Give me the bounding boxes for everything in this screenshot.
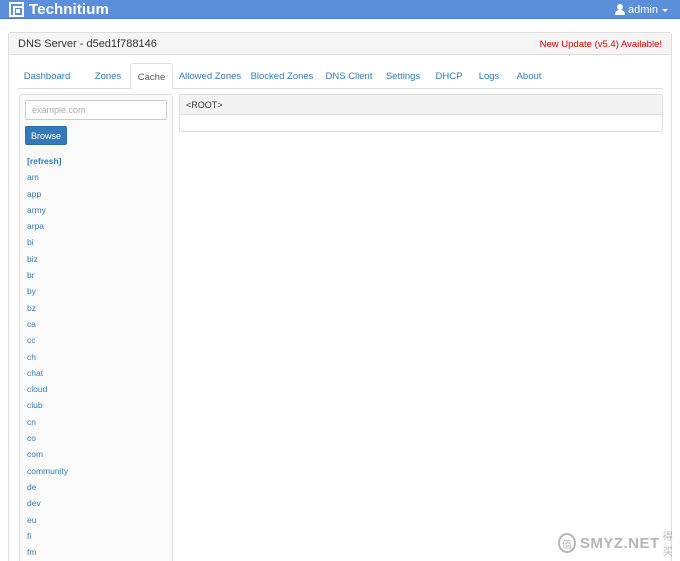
zone-link[interactable]: cc	[27, 332, 68, 348]
user-icon	[615, 4, 626, 15]
cache-records-panel: <ROOT>	[179, 94, 663, 132]
browse-button[interactable]: Browse	[25, 126, 67, 145]
tab-blocked-zones[interactable]: Blocked Zones	[250, 63, 314, 89]
zone-link[interactable]: community	[27, 463, 68, 479]
tab-bar: Dashboard Zones Cache Allowed Zones Bloc…	[18, 63, 663, 90]
tab-about[interactable]: About	[512, 63, 546, 89]
zone-link[interactable]: biz	[27, 251, 68, 267]
tab-zones[interactable]: Zones	[88, 63, 128, 89]
zone-link[interactable]: am	[27, 169, 68, 185]
zone-link[interactable]: cn	[27, 414, 68, 430]
current-zone-heading: <ROOT>	[180, 95, 662, 115]
user-name: admin	[628, 3, 658, 16]
zone-link[interactable]: eu	[27, 512, 68, 528]
zone-link[interactable]: bi	[27, 234, 68, 250]
caret-down-icon	[662, 8, 668, 12]
zone-link[interactable]: fi	[27, 528, 68, 544]
tab-dashboard[interactable]: Dashboard	[18, 63, 76, 89]
tab-allowed-zones[interactable]: Allowed Zones	[178, 63, 242, 89]
user-menu-dropdown[interactable]: admin	[615, 2, 668, 17]
technitium-logo-icon	[9, 2, 24, 17]
zone-link[interactable]: ca	[27, 316, 68, 332]
tab-logs[interactable]: Logs	[475, 63, 503, 89]
zone-link[interactable]: cloud	[27, 381, 68, 397]
brand-name: Technitium	[29, 1, 109, 18]
zone-link[interactable]: co	[27, 430, 68, 446]
zone-link[interactable]: app	[27, 186, 68, 202]
tab-cache[interactable]: Cache	[130, 63, 173, 90]
tab-dhcp[interactable]: DHCP	[432, 63, 466, 89]
zone-link[interactable]: fm	[27, 544, 68, 560]
zone-link[interactable]: ch	[27, 349, 68, 365]
panel-heading: DNS Server - d5ed1f788146 New Update (v5…	[9, 33, 671, 55]
zone-link[interactable]: by	[27, 283, 68, 299]
domain-search-input[interactable]	[25, 100, 167, 120]
brand[interactable]: Technitium	[9, 1, 109, 18]
zone-link[interactable]: club	[27, 397, 68, 413]
zone-list: [refresh] am app army arpa bi biz br by …	[27, 153, 68, 560]
zone-link[interactable]: com	[27, 446, 68, 462]
server-title: DNS Server - d5ed1f788146	[18, 38, 157, 50]
tab-settings[interactable]: Settings	[383, 63, 423, 89]
update-available-link[interactable]: New Update (v5.4) Available!	[540, 39, 662, 50]
top-navbar: Technitium admin	[0, 0, 680, 19]
refresh-link[interactable]: [refresh]	[27, 153, 68, 169]
zone-link[interactable]: br	[27, 267, 68, 283]
zone-link[interactable]: de	[27, 479, 68, 495]
main-panel: DNS Server - d5ed1f788146 New Update (v5…	[8, 32, 672, 561]
zone-link[interactable]: chat	[27, 365, 68, 381]
zone-link[interactable]: army	[27, 202, 68, 218]
zone-link[interactable]: arpa	[27, 218, 68, 234]
tab-dns-client[interactable]: DNS Client	[323, 63, 375, 89]
records-body	[180, 115, 662, 131]
zone-link[interactable]: bz	[27, 300, 68, 316]
zone-link[interactable]: dev	[27, 495, 68, 511]
cache-zone-browser: Browse [refresh] am app army arpa bi biz…	[19, 94, 173, 561]
